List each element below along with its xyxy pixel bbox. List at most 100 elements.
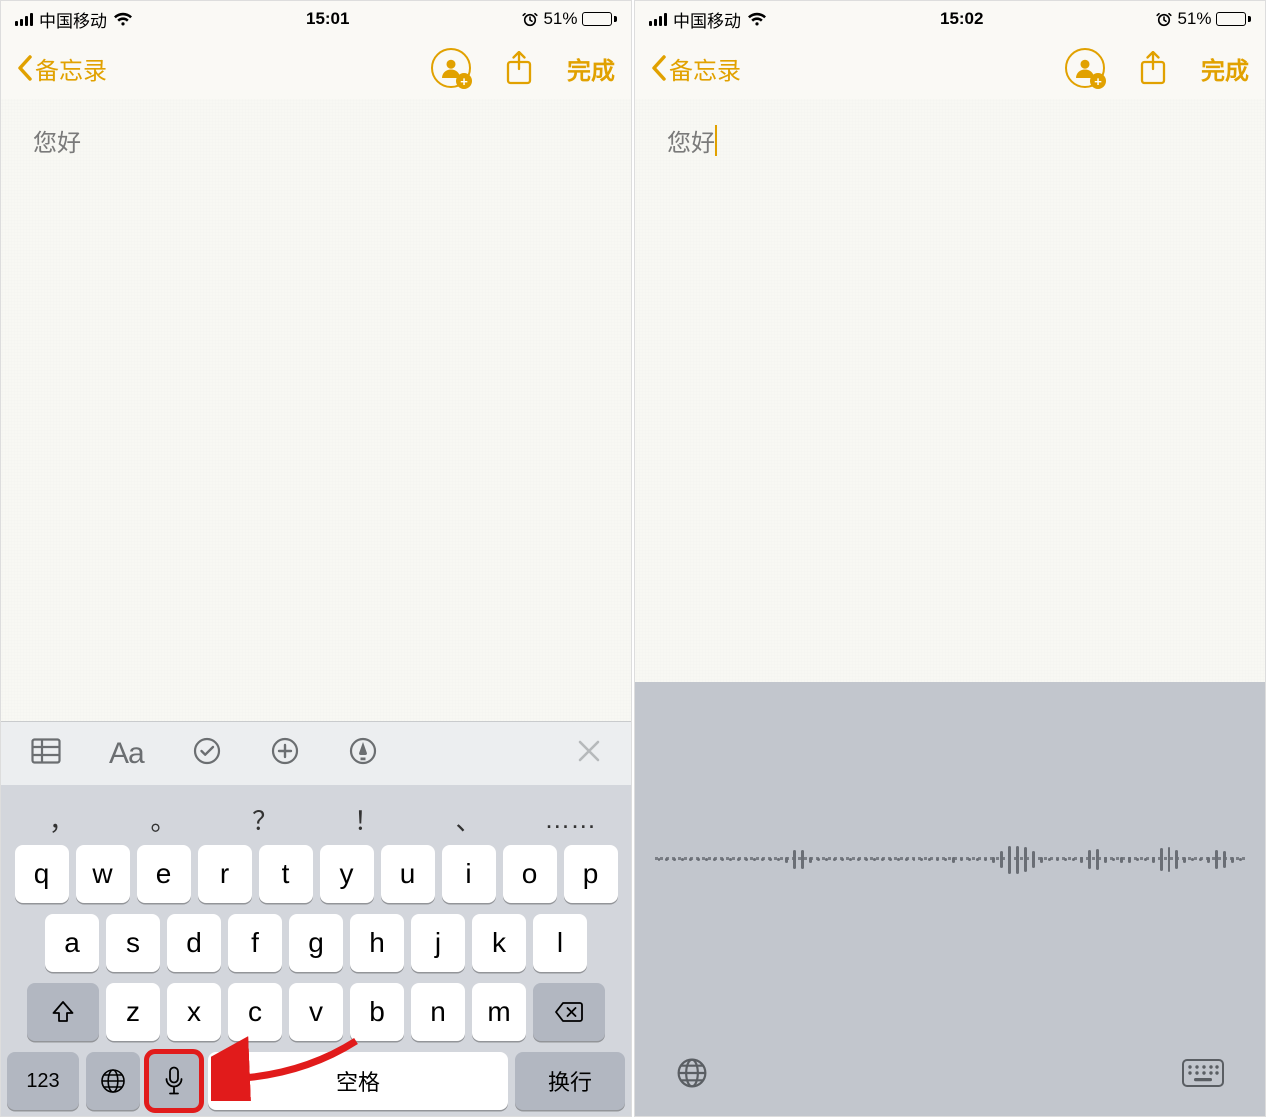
add-person-button[interactable]: + <box>1065 48 1105 88</box>
dictation-panel <box>635 682 1265 1116</box>
waveform-bars <box>655 835 1245 885</box>
microphone-icon <box>164 1066 184 1096</box>
add-person-button[interactable]: + <box>431 48 471 88</box>
share-button[interactable] <box>1135 47 1171 89</box>
wifi-icon <box>113 12 133 27</box>
done-button[interactable]: 完成 <box>567 51 615 86</box>
globe-icon <box>99 1067 127 1095</box>
key-d[interactable]: d <box>167 914 221 972</box>
key-j[interactable]: j <box>411 914 465 972</box>
key-m[interactable]: m <box>472 983 526 1041</box>
status-time: 15:02 <box>940 9 983 29</box>
shift-icon <box>50 999 76 1025</box>
status-bar: 中国移动 15:02 51% <box>635 1 1265 37</box>
alarm-icon <box>1156 11 1172 27</box>
status-right: 51% <box>522 9 617 29</box>
key-v[interactable]: v <box>289 983 343 1041</box>
key-w[interactable]: w <box>76 845 130 903</box>
phone-left: 中国移动 15:01 51% 备忘录 + <box>0 0 632 1117</box>
battery-icon <box>582 12 617 26</box>
add-attachment-icon[interactable] <box>270 736 300 771</box>
back-button[interactable]: 备忘录 <box>17 51 107 86</box>
status-bar: 中国移动 15:01 51% <box>1 1 631 37</box>
status-left: 中国移动 <box>15 7 133 32</box>
delete-key[interactable] <box>533 983 605 1041</box>
dictation-key[interactable] <box>147 1052 201 1110</box>
checklist-icon[interactable] <box>192 736 222 771</box>
back-button[interactable]: 备忘录 <box>651 51 741 86</box>
note-text: 您好 <box>33 123 81 158</box>
globe-button[interactable] <box>675 1056 709 1095</box>
format-toolbar: Aa <box>1 721 631 785</box>
key-p[interactable]: p <box>564 845 618 903</box>
numbers-key[interactable]: 123 <box>7 1052 79 1110</box>
candidate[interactable]: 。 <box>113 801 215 838</box>
key-a[interactable]: a <box>45 914 99 972</box>
globe-key[interactable] <box>86 1052 140 1110</box>
key-y[interactable]: y <box>320 845 374 903</box>
wifi-icon <box>747 12 767 27</box>
back-label: 备忘录 <box>669 51 741 86</box>
chevron-left-icon <box>17 55 33 81</box>
key-c[interactable]: c <box>228 983 282 1041</box>
key-i[interactable]: i <box>442 845 496 903</box>
key-h[interactable]: h <box>350 914 404 972</box>
candidate[interactable]: 、 <box>418 801 520 838</box>
key-z[interactable]: z <box>106 983 160 1041</box>
space-key[interactable]: 空格 <box>208 1052 508 1110</box>
alarm-icon <box>522 11 538 27</box>
note-editor[interactable]: 您好 <box>635 99 1265 682</box>
key-t[interactable]: t <box>259 845 313 903</box>
signal-icon <box>649 12 667 26</box>
candidate[interactable]: ！ <box>316 801 418 838</box>
text-cursor <box>715 125 717 156</box>
candidate-row: ， 。 ？ ！ 、 …… <box>7 793 625 845</box>
done-button[interactable]: 完成 <box>1201 51 1249 86</box>
key-g[interactable]: g <box>289 914 343 972</box>
key-k[interactable]: k <box>472 914 526 972</box>
delete-icon <box>554 1001 584 1023</box>
key-o[interactable]: o <box>503 845 557 903</box>
share-icon <box>505 51 533 85</box>
dictation-bottom-bar <box>635 1034 1265 1116</box>
close-toolbar-icon[interactable] <box>577 739 601 768</box>
key-f[interactable]: f <box>228 914 282 972</box>
key-b[interactable]: b <box>350 983 404 1041</box>
text-format-button[interactable]: Aa <box>109 737 144 771</box>
nav-bar: 备忘录 + 完成 <box>1 37 631 99</box>
key-l[interactable]: l <box>533 914 587 972</box>
battery-pct: 51% <box>1177 9 1211 29</box>
note-editor[interactable]: 您好 <box>1 99 631 721</box>
nav-bar: 备忘录 + 完成 <box>635 37 1265 99</box>
note-text: 您好 <box>667 123 715 158</box>
status-time: 15:01 <box>306 9 349 29</box>
candidate[interactable]: ？ <box>214 801 316 838</box>
key-s[interactable]: s <box>106 914 160 972</box>
battery-pct: 51% <box>543 9 577 29</box>
markup-icon[interactable] <box>348 736 378 771</box>
key-r[interactable]: r <box>198 845 252 903</box>
candidate[interactable]: ， <box>11 801 113 838</box>
key-q[interactable]: q <box>15 845 69 903</box>
key-row-2: a s d f g h j k l <box>7 914 625 972</box>
dictation-waveform <box>635 682 1265 1034</box>
plus-badge-icon: + <box>456 73 472 89</box>
carrier-label: 中国移动 <box>39 7 107 32</box>
return-key[interactable]: 换行 <box>515 1052 625 1110</box>
key-n[interactable]: n <box>411 983 465 1041</box>
share-button[interactable] <box>501 47 537 89</box>
shift-key[interactable] <box>27 983 99 1041</box>
key-x[interactable]: x <box>167 983 221 1041</box>
status-right: 51% <box>1156 9 1251 29</box>
key-e[interactable]: e <box>137 845 191 903</box>
table-icon[interactable] <box>31 738 61 769</box>
back-label: 备忘录 <box>35 51 107 86</box>
status-left: 中国移动 <box>649 7 767 32</box>
candidate[interactable]: …… <box>519 804 621 835</box>
note-text-content: 您好 <box>667 130 715 157</box>
carrier-label: 中国移动 <box>673 7 741 32</box>
plus-badge-icon: + <box>1090 73 1106 89</box>
keyboard-button[interactable] <box>1181 1058 1225 1093</box>
key-u[interactable]: u <box>381 845 435 903</box>
battery-icon <box>1216 12 1251 26</box>
